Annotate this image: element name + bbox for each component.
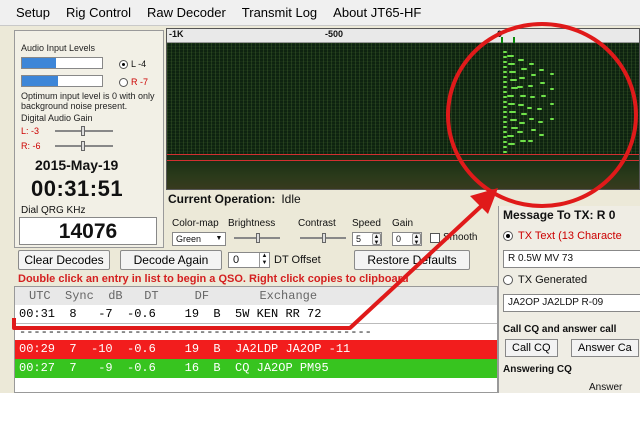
restore-defaults-button[interactable]: Restore Defaults (354, 250, 470, 270)
annotation-circle (446, 22, 638, 208)
jt65hf-window: Setup Rig Control Raw Decoder Transmit L… (0, 0, 640, 393)
audio-levels-title: Audio Input Levels (21, 43, 96, 53)
left-channel-label: L -4 (131, 59, 147, 69)
call-cq-label: Call CQ and answer call (503, 324, 617, 335)
speed-value: 5 (356, 234, 362, 244)
contrast-slider[interactable] (300, 233, 346, 243)
slider-thumb[interactable] (322, 233, 326, 243)
right-channel-radio[interactable]: R -7 (119, 77, 148, 87)
current-operation-label: Current Operation: (168, 192, 276, 206)
utc-clock: 00:31:51 (31, 176, 124, 201)
decode-list-header: UTC Sync dB DT DF Exchange (15, 287, 497, 305)
gain-l-label: L: -3 (21, 126, 40, 136)
dt-offset-value: 0 (233, 254, 240, 266)
dt-offset-label: DT Offset (274, 254, 321, 266)
speed-label: Speed (352, 218, 381, 229)
radio-dot (119, 77, 128, 87)
colormap-label: Color-map (172, 218, 219, 229)
right-level-fill (22, 76, 58, 86)
smooth-label: Smooth (443, 232, 478, 243)
chevron-down-icon: ▼ (215, 235, 223, 242)
dial-qrg-field[interactable]: 14076 (19, 217, 157, 245)
gain-spinner[interactable]: 0 ▲ ▼ (392, 232, 422, 246)
slider-thumb[interactable] (81, 141, 85, 151)
dt-offset-spinner[interactable]: 0 ▲ ▼ (228, 252, 270, 268)
colormap-select[interactable]: Green ▼ (172, 232, 226, 246)
spin-arrows-icon[interactable]: ▲ ▼ (259, 253, 269, 267)
current-operation: Current Operation: Idle (168, 192, 301, 206)
contrast-label: Contrast (298, 218, 336, 229)
speed-spinner[interactable]: 5 ▲ ▼ (352, 232, 382, 246)
left-channel-radio[interactable]: L -4 (119, 59, 146, 69)
spin-arrows-icon[interactable]: ▲ ▼ (372, 233, 381, 246)
optimum-note: Optimum input level is 0 with only backg… (21, 91, 155, 111)
decode-again-button[interactable]: Decode Again (120, 250, 222, 270)
gain-l-slider[interactable] (55, 126, 113, 136)
decode-row[interactable]: 00:27 7 -9 -0.6 16 B CQ JA2OP PM95 (15, 359, 497, 378)
tick-minus-500: -500 (325, 29, 344, 39)
radio-dot (119, 59, 128, 69)
current-operation-value: Idle (281, 192, 301, 206)
brightness-slider[interactable] (234, 233, 280, 243)
brightness-label: Brightness (228, 218, 276, 229)
answering-cq-label: Answering CQ (503, 364, 572, 375)
right-level-meter (21, 75, 103, 87)
tx-panel: Message To TX: R 0 TX Text (13 Characte … (498, 206, 640, 393)
answer-bottom-label: Answer (589, 382, 623, 393)
tx-generated-radio[interactable]: TX Generated (503, 274, 587, 286)
slider-thumb[interactable] (256, 233, 260, 243)
decode-list-hint: Double click an entry in list to begin a… (18, 273, 409, 285)
answer-call-button[interactable]: Answer Ca (571, 339, 639, 357)
gain-value: 0 (396, 234, 402, 244)
menu-raw-decoder[interactable]: Raw Decoder (147, 5, 226, 20)
decode-separator: ----------------------------------------… (19, 325, 372, 339)
gain-r-label: R: -6 (21, 141, 41, 151)
clear-decodes-button[interactable]: Clear Decodes (18, 250, 110, 270)
smooth-checkbox[interactable]: Smooth (430, 232, 477, 243)
slider-thumb[interactable] (81, 126, 85, 136)
menu-rig-control[interactable]: Rig Control (66, 5, 131, 20)
gain-r-slider[interactable] (55, 141, 113, 151)
decode-list[interactable]: UTC Sync dB DT DF Exchange 00:31 8 -7 -0… (14, 286, 498, 393)
decode-row[interactable]: 00:29 7 -10 -0.6 19 B JA2LDP JA2OP -11 (15, 340, 497, 359)
call-cq-button[interactable]: Call CQ (505, 339, 558, 357)
menu-about[interactable]: About JT65-HF (333, 5, 421, 20)
right-channel-label: R -7 (131, 77, 149, 87)
dial-qrg-label: Dial QRG KHz (21, 205, 86, 216)
colormap-value: Green (176, 234, 202, 244)
tx-text-input[interactable]: R 0.5W MV 73 (503, 250, 640, 268)
spin-arrows-icon[interactable]: ▲ ▼ (412, 233, 421, 246)
gain-label: Gain (392, 218, 414, 229)
audio-panel: Audio Input Levels L -4 R -7 Optimum inp… (14, 30, 164, 248)
date-display: 2015-May-19 (35, 157, 119, 173)
tx-generated-field[interactable]: JA2OP JA2LDP R-09 (503, 294, 640, 312)
gain-title: Digital Audio Gain (21, 113, 93, 123)
radio-dot (503, 231, 513, 241)
radio-dot (503, 275, 513, 285)
menu-setup[interactable]: Setup (16, 5, 50, 20)
checkbox-box[interactable] (430, 232, 440, 243)
tx-text-radio[interactable]: TX Text (13 Characte (503, 230, 622, 242)
tick-minus-1k: -1K (169, 29, 184, 39)
message-to-tx-title: Message To TX: R 0 (503, 208, 616, 222)
left-level-meter (21, 57, 103, 69)
decode-row[interactable]: 00:31 8 -7 -0.6 19 B 5W KEN RR 72 (15, 305, 497, 324)
left-level-fill (22, 58, 56, 68)
tx-generated-label: TX Generated (518, 274, 588, 286)
tx-text-label: TX Text (13 Characte (518, 230, 622, 242)
menu-transmit-log[interactable]: Transmit Log (242, 5, 317, 20)
